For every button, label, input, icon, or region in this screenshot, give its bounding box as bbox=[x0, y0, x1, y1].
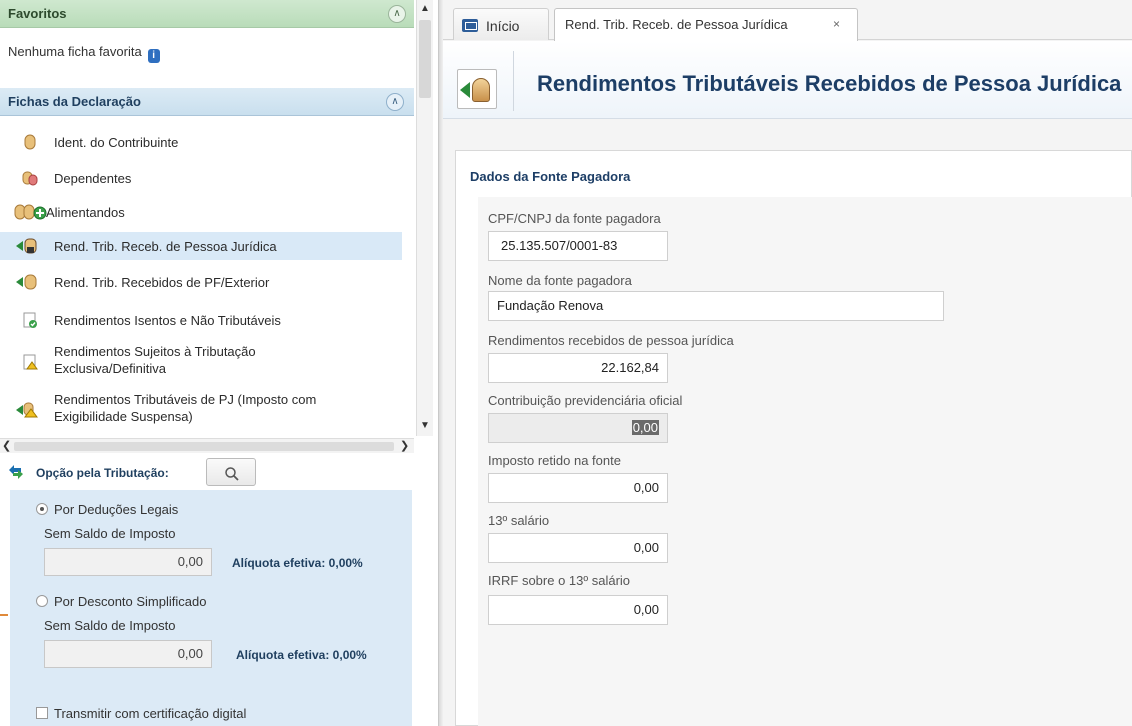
sidebar-item-label: Alimentandos bbox=[46, 205, 125, 220]
sidebar-item-exclusiva[interactable]: Rendimentos Sujeitos à Tributação Exclus… bbox=[0, 340, 402, 382]
form-card: Dados da Fonte Pagadora CPF/CNPJ da font… bbox=[455, 150, 1132, 726]
favoritos-empty-text: Nenhuma ficha favorita bbox=[8, 44, 142, 59]
alimentandos-icon bbox=[14, 204, 47, 220]
opcao-tributacao: Opção pela Tributação: bbox=[0, 456, 414, 490]
checkbox-icon[interactable] bbox=[36, 707, 48, 719]
tab-label: Início bbox=[486, 18, 520, 34]
sidebar-item-isentos[interactable]: Rendimentos Isentos e Não Tributáveis bbox=[0, 306, 402, 334]
tab-inicio[interactable]: Início bbox=[453, 8, 549, 40]
main-panel: Início Rend. Trib. Receb. de Pessoa Jurí… bbox=[443, 0, 1132, 726]
irrf-decimo-label: IRRF sobre o 13º salário bbox=[488, 573, 631, 588]
divider bbox=[513, 51, 514, 111]
pj-income-icon bbox=[16, 238, 37, 254]
scroll-thumb[interactable] bbox=[14, 442, 394, 451]
contribuicao-label: Contribuição previdenciária oficial bbox=[488, 393, 683, 408]
sidebar-item-contribuinte[interactable]: Ident. do Contribuinte bbox=[0, 128, 402, 156]
sidebar-item-label: Rendimentos Isentos e Não Tributáveis bbox=[54, 313, 281, 328]
rendimentos-field[interactable]: 22.162,84 bbox=[488, 353, 668, 383]
imposto-field[interactable]: 0,00 bbox=[488, 473, 668, 503]
left-panel: Favoritos ∧ Nenhuma ficha favorita i Fich… bbox=[0, 0, 438, 726]
simplificado-aliquota: Alíquota efetiva: 0,00% bbox=[236, 648, 367, 662]
radio-checked-icon[interactable] bbox=[36, 503, 48, 515]
pf-income-icon bbox=[16, 274, 37, 290]
sidebar-item-suspensa[interactable]: Rendimentos Tributáveis de PJ (Imposto c… bbox=[0, 388, 402, 430]
dependents-icon bbox=[22, 171, 38, 186]
radio-deducoes-label: Por Deduções Legais bbox=[54, 502, 179, 517]
sidebar-item-rend-pj[interactable]: Rend. Trib. Receb. de Pessoa Jurídica bbox=[0, 232, 402, 260]
sidebar-item-label: Rend. Trib. Receb. de Pessoa Jurídica bbox=[54, 239, 277, 254]
vertical-scrollbar[interactable]: ▲ ▼ bbox=[416, 0, 433, 436]
sidebar-item-label: Rend. Trib. Recebidos de PF/Exterior bbox=[54, 275, 270, 290]
certificacao-checkbox-row[interactable]: Transmitir com certificação digital bbox=[36, 706, 246, 721]
opcao-label: Opção pela Tributação: bbox=[36, 466, 169, 480]
page-title: Rendimentos Tributáveis Recebidos de Pes… bbox=[537, 71, 1122, 96]
form-body: CPF/CNPJ da fonte pagadora 25.135.507/00… bbox=[478, 197, 1132, 726]
collapse-up-icon[interactable]: ∧ bbox=[388, 5, 406, 23]
suspended-tax-icon bbox=[16, 402, 38, 418]
orange-marker bbox=[0, 614, 8, 616]
scroll-right-icon[interactable]: ❯ bbox=[400, 439, 409, 452]
selected-text: 0,00 bbox=[631, 420, 659, 435]
scroll-thumb[interactable] bbox=[419, 20, 431, 98]
section-title: Dados da Fonte Pagadora bbox=[470, 169, 631, 184]
nome-field[interactable]: Fundação Renova bbox=[488, 291, 944, 321]
radio-deducoes[interactable]: Por Deduções Legais bbox=[36, 502, 178, 517]
horizontal-scrollbar[interactable]: ❮ ❯ bbox=[0, 438, 414, 453]
deducoes-aliquota: Alíquota efetiva: 0,00% bbox=[232, 556, 363, 570]
scroll-up-icon[interactable]: ▲ bbox=[420, 3, 430, 14]
sidebar-item-rend-pf[interactable]: Rend. Trib. Recebidos de PF/Exterior bbox=[0, 268, 402, 296]
page-header: Rendimentos Tributáveis Recebidos de Pes… bbox=[443, 41, 1132, 119]
radio-simplificado-label: Por Desconto Simplificado bbox=[54, 594, 207, 609]
sidebar-item-alimentandos[interactable]: Alimentandos bbox=[0, 198, 402, 226]
rendimentos-label: Rendimentos recebidos de pessoa jurídica bbox=[488, 333, 734, 348]
sidebar-item-label: Dependentes bbox=[54, 171, 132, 186]
scroll-left-icon[interactable]: ❮ bbox=[2, 439, 11, 452]
nome-label: Nome da fonte pagadora bbox=[488, 273, 632, 288]
close-icon[interactable]: × bbox=[833, 17, 840, 31]
collapse-up-icon[interactable]: ∧ bbox=[386, 93, 404, 111]
sidebar-item-label-line2: Exigibilidade Suspensa) bbox=[54, 409, 193, 424]
simplificado-value: 0,00 bbox=[44, 640, 212, 668]
tab-label: Rend. Trib. Receb. de Pessoa Jurídica bbox=[565, 17, 788, 32]
favoritos-header[interactable]: Favoritos ∧ bbox=[0, 0, 414, 28]
contribuicao-field[interactable]: 0,00 bbox=[488, 413, 668, 443]
saldo-label: Sem Saldo de Imposto bbox=[44, 526, 176, 541]
person-icon bbox=[24, 134, 36, 150]
pj-income-icon bbox=[457, 69, 497, 109]
certificacao-label: Transmitir com certificação digital bbox=[54, 706, 247, 721]
scroll-down-icon[interactable]: ▼ bbox=[420, 420, 430, 431]
irrf-decimo-field[interactable]: 0,00 bbox=[488, 595, 668, 625]
sidebar-item-label: Ident. do Contribuinte bbox=[54, 135, 179, 150]
deducoes-value: 0,00 bbox=[44, 548, 212, 576]
tab-rend-pj[interactable]: Rend. Trib. Receb. de Pessoa Jurídica × bbox=[554, 8, 858, 41]
imposto-label: Imposto retido na fonte bbox=[488, 453, 621, 468]
exempt-income-icon bbox=[23, 312, 37, 328]
sidebar-item-label-line1: Rendimentos Sujeitos à Tributação bbox=[54, 344, 256, 359]
radio-simplificado[interactable]: Por Desconto Simplificado bbox=[36, 594, 206, 609]
app-window: Favoritos ∧ Nenhuma ficha favorita i Fich… bbox=[0, 0, 1132, 726]
tab-bar: Início Rend. Trib. Receb. de Pessoa Jurí… bbox=[443, 0, 1132, 41]
exclusive-tax-icon bbox=[23, 354, 38, 370]
favoritos-empty: Nenhuma ficha favorita i bbox=[8, 44, 160, 63]
fichas-header[interactable]: Fichas da Declaração ∧ bbox=[0, 88, 414, 116]
info-icon[interactable]: i bbox=[147, 49, 160, 63]
search-icon bbox=[225, 467, 239, 481]
decimo-label: 13º salário bbox=[488, 513, 550, 528]
home-icon bbox=[462, 19, 478, 32]
sidebar-item-label-line2: Exclusiva/Definitiva bbox=[54, 361, 166, 376]
cpf-cnpj-label: CPF/CNPJ da fonte pagadora bbox=[488, 211, 661, 226]
search-button[interactable] bbox=[206, 458, 256, 486]
fichas-title: Fichas da Declaração bbox=[8, 94, 141, 109]
sidebar-item-dependentes[interactable]: Dependentes bbox=[0, 164, 402, 192]
cpf-cnpj-field[interactable]: 25.135.507/0001-83 bbox=[488, 231, 668, 261]
radio-unchecked-icon[interactable] bbox=[36, 595, 48, 607]
decimo-field[interactable]: 0,00 bbox=[488, 533, 668, 563]
favoritos-title: Favoritos bbox=[8, 6, 67, 21]
saldo-label: Sem Saldo de Imposto bbox=[44, 618, 176, 633]
swap-arrows-icon bbox=[9, 465, 23, 479]
sidebar-item-label-line1: Rendimentos Tributáveis de PJ (Imposto c… bbox=[54, 392, 317, 407]
